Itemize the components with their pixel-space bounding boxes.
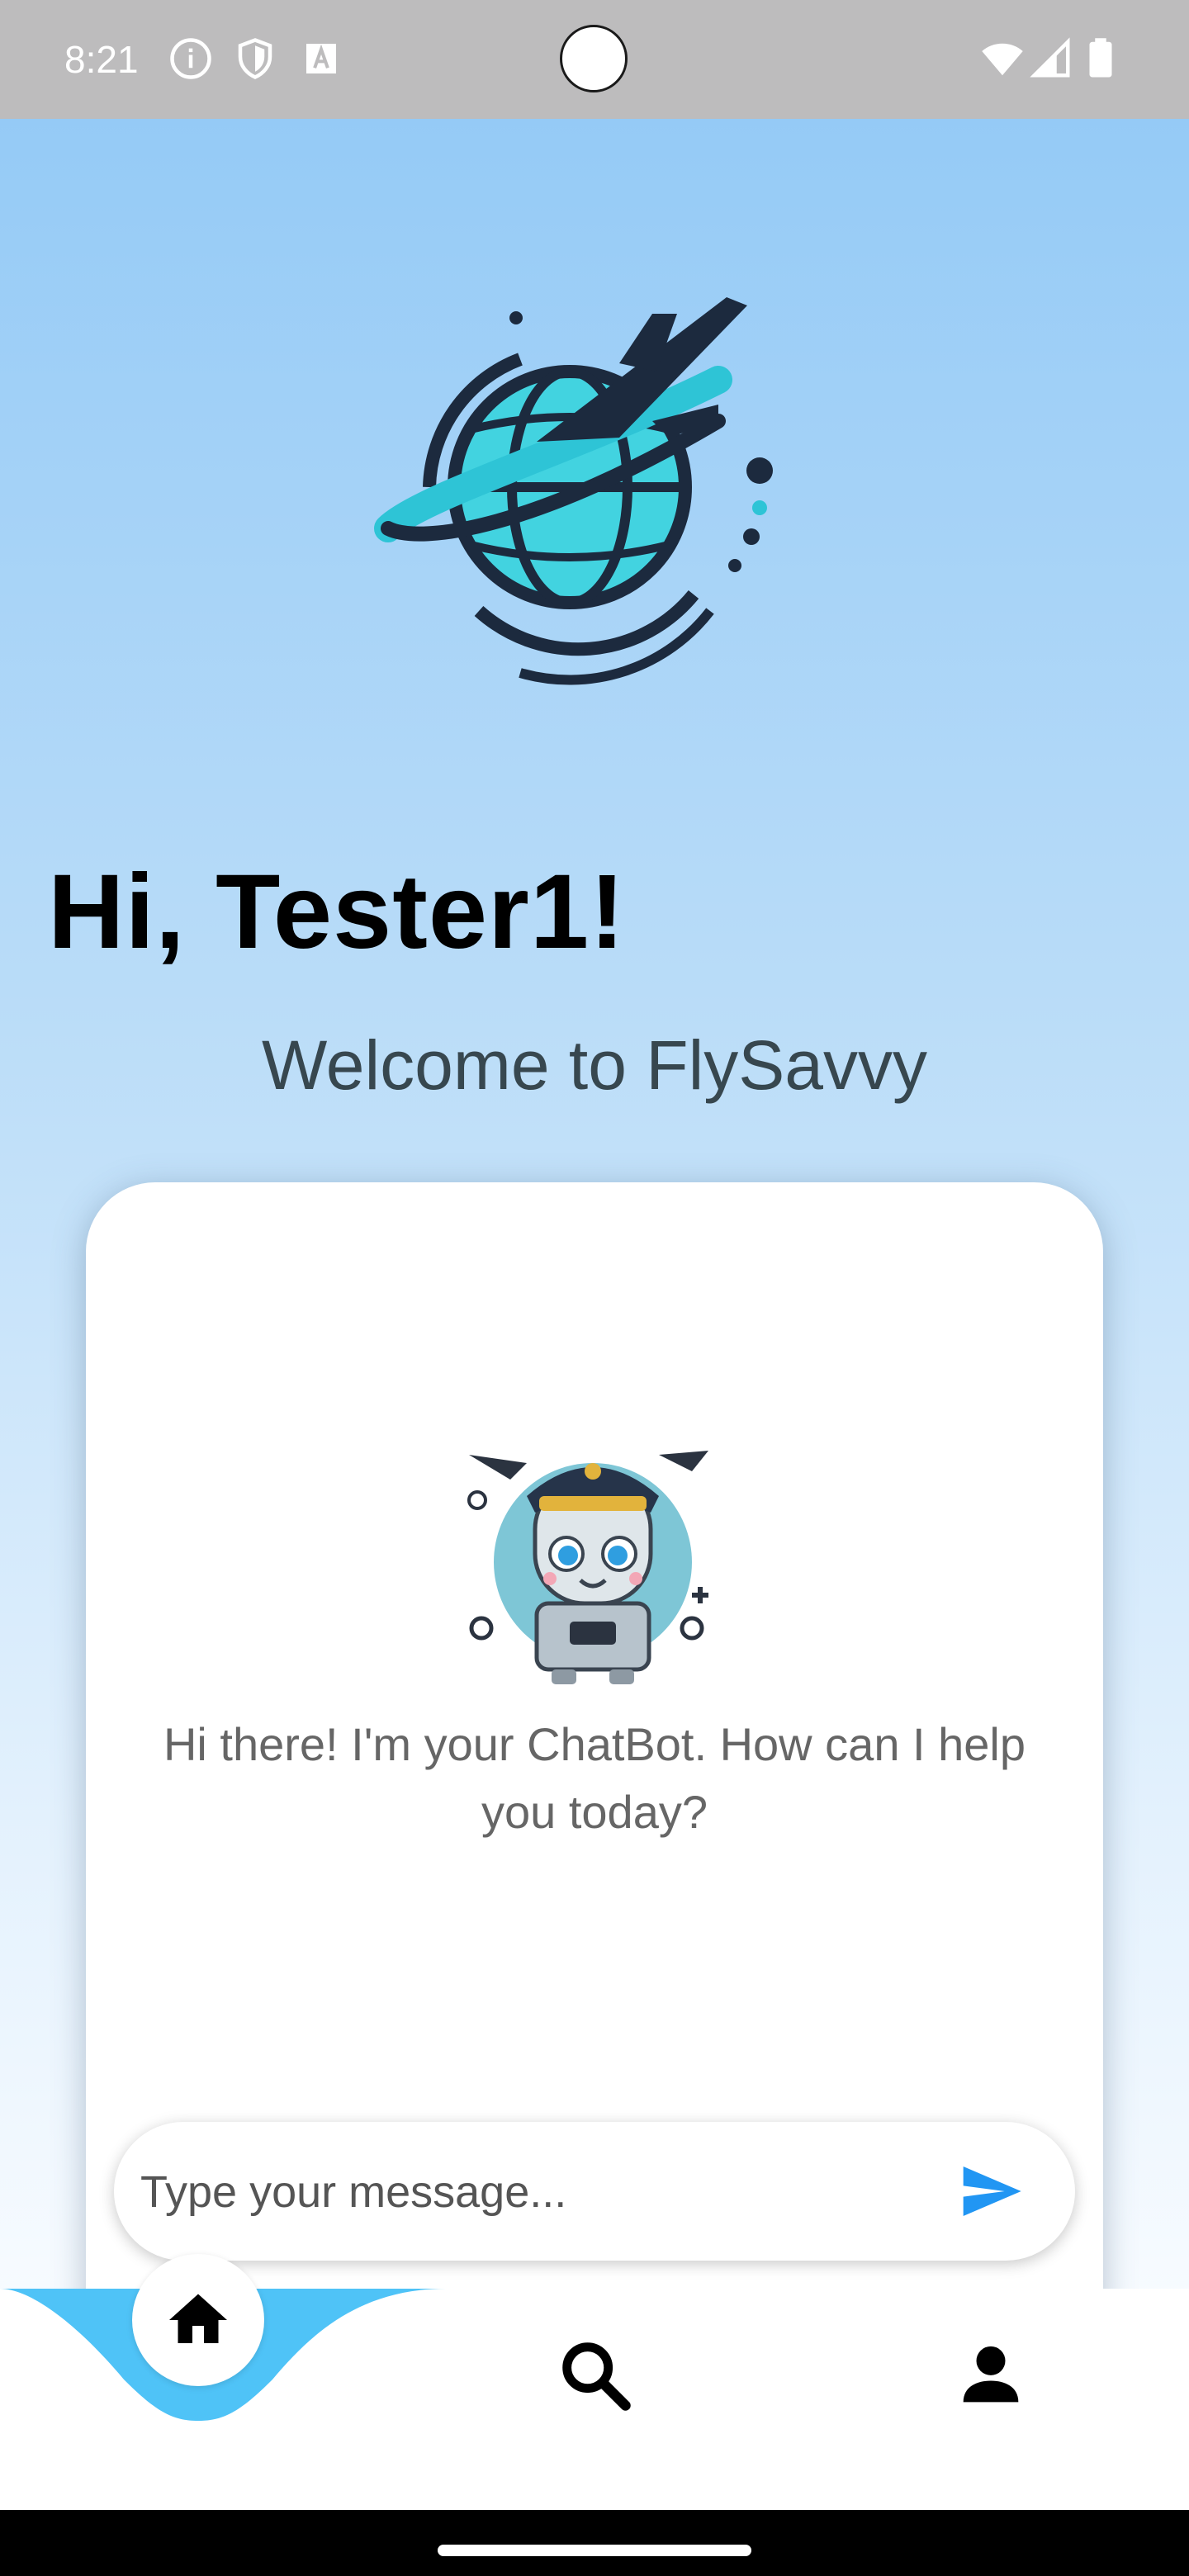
home-gesture-handle[interactable] <box>438 2545 751 2556</box>
chat-card: Hi there! I'm your ChatBot. How can I he… <box>86 1182 1103 2363</box>
system-gesture-bar <box>0 2510 1189 2576</box>
app-screen: 8:21 Hi, Tester1! Welcome to FlySavvy Hi… <box>0 0 1189 2576</box>
robot-pilot-avatar <box>467 1451 708 1684</box>
status-time: 8:21 <box>64 38 139 81</box>
message-composer <box>114 2122 1075 2261</box>
battery-icon <box>1089 38 1112 78</box>
status-bar: 8:21 <box>0 0 1189 119</box>
shield-icon <box>238 38 272 79</box>
info-icon <box>170 38 211 79</box>
bottom-navigation <box>0 2254 1189 2510</box>
globe-airplane-logo <box>374 297 773 685</box>
bot-welcome-message: Hi there! I'm your ChatBot. How can I he… <box>163 1718 1026 1838</box>
camera-cutout <box>560 25 628 92</box>
message-input[interactable] <box>139 2150 918 2234</box>
a-box-icon <box>306 44 336 73</box>
send-icon[interactable] <box>956 2158 1026 2224</box>
signal-icon <box>1030 37 1070 78</box>
search-icon[interactable] <box>553 2333 636 2416</box>
welcome-subtitle: Welcome to FlySavvy <box>262 1026 927 1104</box>
home-icon <box>169 2294 227 2343</box>
greeting-heading: Hi, Tester1! <box>48 853 626 971</box>
wifi-icon <box>982 43 1023 76</box>
person-icon[interactable] <box>950 2333 1032 2416</box>
nav-home-button[interactable] <box>132 2254 264 2386</box>
